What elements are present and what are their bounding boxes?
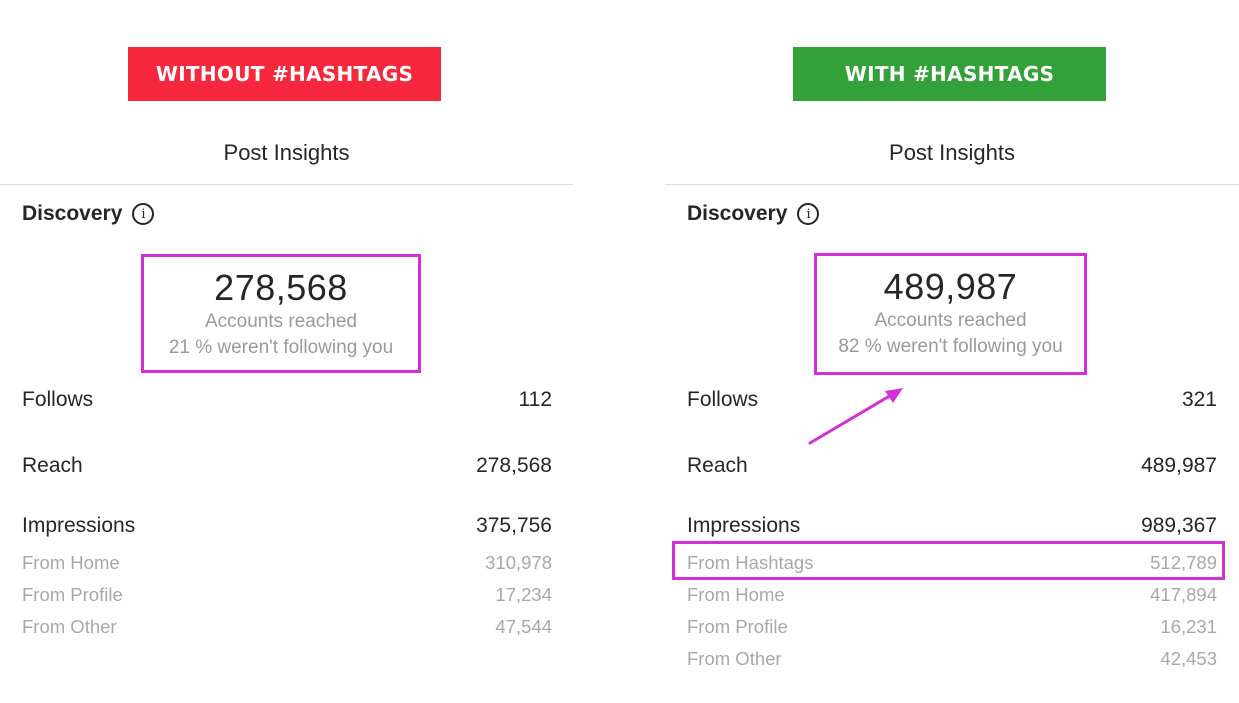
source-value: 417,894 <box>1150 584 1217 605</box>
metric-row-follows: Follows 112 <box>22 388 552 412</box>
source-row-home: From Home 310,978 <box>22 552 552 574</box>
metric-value: 489,987 <box>1141 454 1217 477</box>
accounts-reached-value: 489,987 <box>883 266 1018 307</box>
metric-row-follows: Follows 321 <box>687 388 1217 412</box>
accounts-reached-highlight: 278,568 Accounts reached 21 % weren't fo… <box>141 254 421 373</box>
metric-value: 375,756 <box>476 514 552 537</box>
metric-row-reach: Reach 489,987 <box>687 454 1217 478</box>
source-value: 47,544 <box>495 616 552 637</box>
discovery-heading: Discovery i <box>22 202 155 226</box>
source-label: From Profile <box>22 584 123 605</box>
not-following-text: 21 % weren't following you <box>168 337 394 358</box>
page-title: Post Insights <box>223 140 350 165</box>
metric-label: Reach <box>22 454 83 477</box>
metric-label: Follows <box>22 388 94 411</box>
source-value: 512,789 <box>1150 552 1217 573</box>
metric-label: Reach <box>687 454 748 477</box>
discovery-heading: Discovery i <box>687 202 820 226</box>
metric-row-reach: Reach 278,568 <box>22 454 552 478</box>
source-value: 16,231 <box>1160 616 1217 637</box>
metric-label: Impressions <box>22 514 136 537</box>
panel-with-hashtags: WITH #HASHTAGS Post Insights Discovery i… <box>665 0 1239 703</box>
source-value: 310,978 <box>485 552 552 573</box>
page-title: Post Insights <box>889 140 1015 165</box>
info-icon[interactable]: i <box>797 203 820 225</box>
discovery-label: Discovery <box>22 202 123 225</box>
metric-value: 278,568 <box>476 454 552 477</box>
divider <box>0 184 573 185</box>
source-label: From Profile <box>687 616 788 637</box>
annotation-arrow-icon <box>808 388 903 445</box>
accounts-reached-label: Accounts reached <box>874 310 1027 331</box>
source-row-other: From Other 42,453 <box>687 648 1217 670</box>
source-row-profile: From Profile 17,234 <box>22 584 552 606</box>
divider <box>665 184 1239 185</box>
source-label: From Other <box>687 648 782 669</box>
source-row-home: From Home 417,894 <box>687 584 1217 606</box>
accounts-reached-value: 278,568 <box>214 267 348 308</box>
source-label: From Hashtags <box>687 552 814 573</box>
metric-value: 321 <box>1181 388 1217 411</box>
source-row-other: From Other 47,544 <box>22 616 552 638</box>
metric-value: 112 <box>518 388 552 411</box>
source-value: 42,453 <box>1160 648 1217 669</box>
metric-label: Impressions <box>687 514 801 537</box>
metric-row-impressions: Impressions 375,756 <box>22 514 552 538</box>
metric-row-impressions: Impressions 989,367 <box>687 514 1217 538</box>
panel-without-hashtags: WITHOUT #HASHTAGS Post Insights Discover… <box>0 0 573 703</box>
source-value: 17,234 <box>495 584 552 605</box>
accounts-reached-label: Accounts reached <box>204 311 358 332</box>
with-hashtags-banner: WITH #HASHTAGS <box>793 47 1106 101</box>
source-label: From Home <box>687 584 785 605</box>
metric-label: Follows <box>687 388 759 411</box>
not-following-text: 82 % weren't following you <box>838 336 1063 357</box>
source-row-hashtags: From Hashtags 512,789 <box>687 552 1217 574</box>
accounts-reached-highlight: 489,987 Accounts reached 82 % weren't fo… <box>814 253 1087 375</box>
discovery-label: Discovery <box>687 202 788 225</box>
metric-value: 989,367 <box>1141 514 1217 537</box>
source-label: From Other <box>22 616 117 637</box>
source-row-profile: From Profile 16,231 <box>687 616 1217 638</box>
source-label: From Home <box>22 552 120 573</box>
info-icon[interactable]: i <box>132 203 155 225</box>
without-hashtags-banner: WITHOUT #HASHTAGS <box>128 47 441 101</box>
